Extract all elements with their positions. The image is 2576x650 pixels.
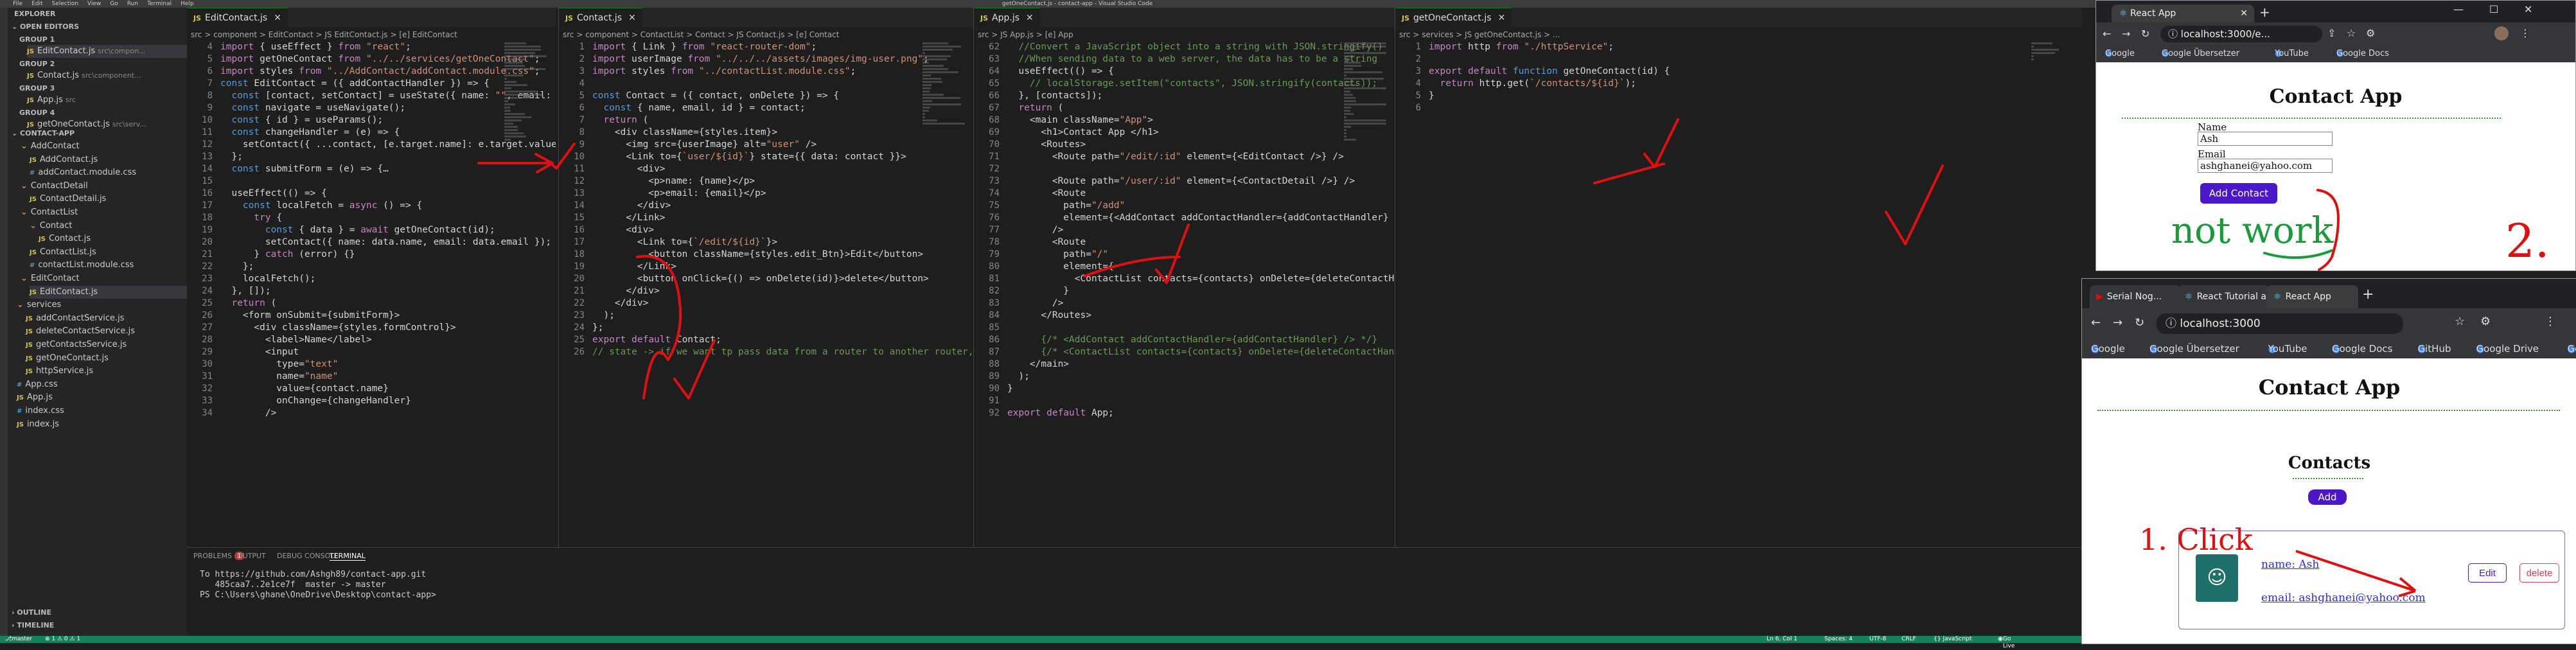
handwritten-annotations: not work 2. 1. Click [0, 0, 2576, 643]
arrow-mark [1084, 257, 1179, 276]
not-work-annotation: not work [2171, 210, 2334, 252]
check-mark [675, 340, 714, 398]
arrow-mark [2296, 551, 2415, 596]
check-mark [1886, 166, 1943, 244]
check-mark [547, 144, 574, 168]
number-two-annotation: 2. [2505, 214, 2550, 268]
check-mark [1645, 119, 1678, 167]
one-click-annotation: 1. Click [2139, 522, 2254, 557]
check-mark [1156, 225, 1188, 283]
brace-mark [637, 256, 680, 398]
arrow-mark [479, 154, 552, 172]
